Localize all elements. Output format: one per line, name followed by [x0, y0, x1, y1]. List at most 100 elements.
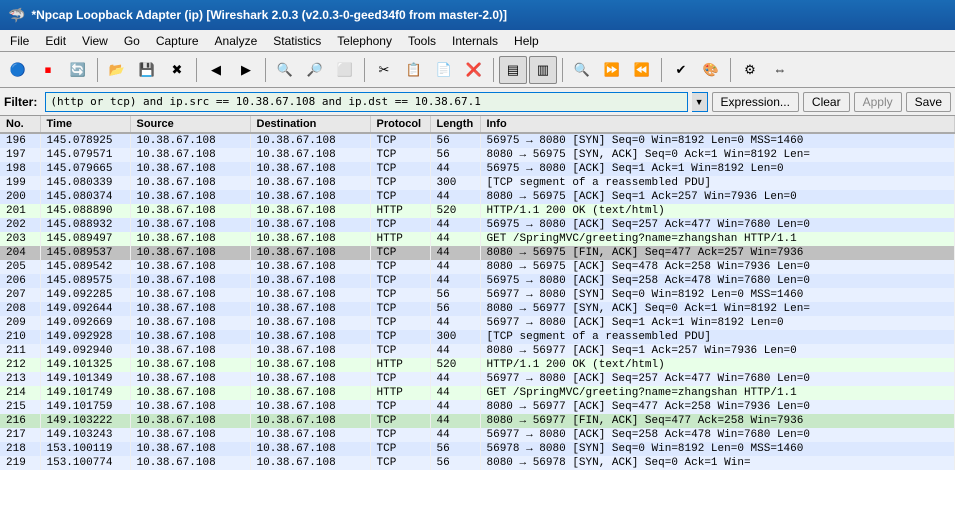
cell-no: 204 — [0, 246, 40, 260]
table-row[interactable]: 208149.09264410.38.67.10810.38.67.108TCP… — [0, 302, 955, 316]
cell-dst: 10.38.67.108 — [250, 302, 370, 316]
table-row[interactable]: 206145.08957510.38.67.10810.38.67.108TCP… — [0, 274, 955, 288]
cell-len: 56 — [430, 302, 480, 316]
toolbar-stop-capture[interactable]: ⏹ — [34, 56, 62, 84]
toolbar-back[interactable]: ◀ — [202, 56, 230, 84]
cell-no: 205 — [0, 260, 40, 274]
table-row[interactable]: 199145.08033910.38.67.10810.38.67.108TCP… — [0, 176, 955, 190]
table-row[interactable]: 201145.08889010.38.67.10810.38.67.108HTT… — [0, 204, 955, 218]
table-row[interactable]: 211149.09294010.38.67.10810.38.67.108TCP… — [0, 344, 955, 358]
cell-time: 149.092669 — [40, 316, 130, 330]
toolbar-paste[interactable]: 📄 — [430, 56, 458, 84]
table-row[interactable]: 207149.09228510.38.67.10810.38.67.108TCP… — [0, 288, 955, 302]
filter-input[interactable] — [45, 92, 687, 112]
app-icon: 🦈 — [8, 7, 25, 24]
toolbar-restart-capture[interactable]: 🔄 — [64, 56, 92, 84]
menu-capture[interactable]: Capture — [148, 30, 207, 51]
table-row[interactable]: 213149.10134910.38.67.10810.38.67.108TCP… — [0, 372, 955, 386]
toolbar-view-main[interactable]: ▤ — [499, 56, 527, 84]
cell-time: 145.089575 — [40, 274, 130, 288]
cell-src: 10.38.67.108 — [130, 428, 250, 442]
col-header-info[interactable]: Info — [480, 116, 955, 133]
table-row[interactable]: 217149.10324310.38.67.10810.38.67.108TCP… — [0, 428, 955, 442]
packet-list[interactable]: No. Time Source Destination Protocol Len… — [0, 116, 955, 515]
toolbar-zoom-out[interactable]: 🔎 — [301, 56, 329, 84]
toolbar-find-packet[interactable]: 🔍 — [568, 56, 596, 84]
cell-no: 198 — [0, 162, 40, 176]
table-row[interactable]: 216149.10322210.38.67.10810.38.67.108TCP… — [0, 414, 955, 428]
toolbar-find-prev[interactable]: ⏪ — [628, 56, 656, 84]
menu-internals[interactable]: Internals — [444, 30, 506, 51]
window-title: *Npcap Loopback Adapter (ip) [Wireshark … — [31, 8, 507, 22]
table-row[interactable]: 218153.10011910.38.67.10810.38.67.108TCP… — [0, 442, 955, 456]
toolbar-save[interactable]: 💾 — [133, 56, 161, 84]
toolbar-normal-size[interactable]: ⬜ — [331, 56, 359, 84]
menu-help[interactable]: Help — [506, 30, 547, 51]
toolbar-colorize[interactable]: 🎨 — [697, 56, 725, 84]
table-row[interactable]: 212149.10132510.38.67.10810.38.67.108HTT… — [0, 358, 955, 372]
table-row[interactable]: 198145.07966510.38.67.10810.38.67.108TCP… — [0, 162, 955, 176]
toolbar-preferences[interactable]: ⚙ — [736, 56, 764, 84]
table-row[interactable]: 205145.08954210.38.67.10810.38.67.108TCP… — [0, 260, 955, 274]
packet-table: No. Time Source Destination Protocol Len… — [0, 116, 955, 470]
col-header-length[interactable]: Length — [430, 116, 480, 133]
col-header-destination[interactable]: Destination — [250, 116, 370, 133]
toolbar-delete[interactable]: ❌ — [460, 56, 488, 84]
menu-statistics[interactable]: Statistics — [265, 30, 329, 51]
save-button[interactable]: Save — [906, 92, 951, 112]
cell-proto: TCP — [370, 316, 430, 330]
cell-no: 206 — [0, 274, 40, 288]
toolbar-open[interactable]: 📂 — [103, 56, 131, 84]
cell-info: 8080 → 56978 [SYN, ACK] Seq=0 Ack=1 Win= — [480, 456, 955, 470]
toolbar-sep7 — [661, 58, 662, 82]
col-header-protocol[interactable]: Protocol — [370, 116, 430, 133]
table-row[interactable]: 215149.10175910.38.67.10810.38.67.108TCP… — [0, 400, 955, 414]
cell-no: 217 — [0, 428, 40, 442]
toolbar-zoom-in[interactable]: 🔍 — [271, 56, 299, 84]
menu-bar: File Edit View Go Capture Analyze Statis… — [0, 30, 955, 52]
toolbar-start-capture[interactable]: 🔵 — [4, 56, 32, 84]
table-row[interactable]: 204145.08953710.38.67.10810.38.67.108TCP… — [0, 246, 955, 260]
table-row[interactable]: 210149.09292810.38.67.10810.38.67.108TCP… — [0, 330, 955, 344]
toolbar-close[interactable]: ✖ — [163, 56, 191, 84]
expression-button[interactable]: Expression... — [712, 92, 799, 112]
toolbar-resize[interactable]: ⇔ — [766, 56, 794, 84]
cell-len: 44 — [430, 344, 480, 358]
filter-dropdown-arrow[interactable]: ▼ — [692, 92, 708, 112]
toolbar-copy[interactable]: 📋 — [400, 56, 428, 84]
toolbar-cut[interactable]: ✂ — [370, 56, 398, 84]
apply-button[interactable]: Apply — [854, 92, 902, 112]
menu-telephony[interactable]: Telephony — [329, 30, 400, 51]
col-header-time[interactable]: Time — [40, 116, 130, 133]
toolbar-mark-packet[interactable]: ✔ — [667, 56, 695, 84]
table-row[interactable]: 202145.08893210.38.67.10810.38.67.108TCP… — [0, 218, 955, 232]
table-row[interactable]: 214149.10174910.38.67.10810.38.67.108HTT… — [0, 386, 955, 400]
toolbar-view-filter[interactable]: ▥ — [529, 56, 557, 84]
table-row[interactable]: 203145.08949710.38.67.10810.38.67.108HTT… — [0, 232, 955, 246]
col-header-no[interactable]: No. — [0, 116, 40, 133]
cell-no: 214 — [0, 386, 40, 400]
table-row[interactable]: 196145.07892510.38.67.10810.38.67.108TCP… — [0, 133, 955, 148]
cell-time: 149.103243 — [40, 428, 130, 442]
menu-view[interactable]: View — [74, 30, 116, 51]
col-header-source[interactable]: Source — [130, 116, 250, 133]
toolbar-forward[interactable]: ▶ — [232, 56, 260, 84]
menu-analyze[interactable]: Analyze — [207, 30, 266, 51]
menu-edit[interactable]: Edit — [37, 30, 74, 51]
cell-info: 56975 → 8080 [ACK] Seq=257 Ack=477 Win=7… — [480, 218, 955, 232]
cell-dst: 10.38.67.108 — [250, 190, 370, 204]
menu-tools[interactable]: Tools — [400, 30, 444, 51]
menu-file[interactable]: File — [2, 30, 37, 51]
table-row[interactable]: 209149.09266910.38.67.10810.38.67.108TCP… — [0, 316, 955, 330]
clear-button[interactable]: Clear — [803, 92, 850, 112]
cell-src: 10.38.67.108 — [130, 358, 250, 372]
cell-no: 201 — [0, 204, 40, 218]
cell-len: 44 — [430, 246, 480, 260]
table-row[interactable]: 200145.08037410.38.67.10810.38.67.108TCP… — [0, 190, 955, 204]
cell-dst: 10.38.67.108 — [250, 133, 370, 148]
toolbar-find-next[interactable]: ⏩ — [598, 56, 626, 84]
table-row[interactable]: 197145.07957110.38.67.10810.38.67.108TCP… — [0, 148, 955, 162]
cell-no: 210 — [0, 330, 40, 344]
table-row[interactable]: 219153.10077410.38.67.10810.38.67.108TCP… — [0, 456, 955, 470]
menu-go[interactable]: Go — [116, 30, 148, 51]
